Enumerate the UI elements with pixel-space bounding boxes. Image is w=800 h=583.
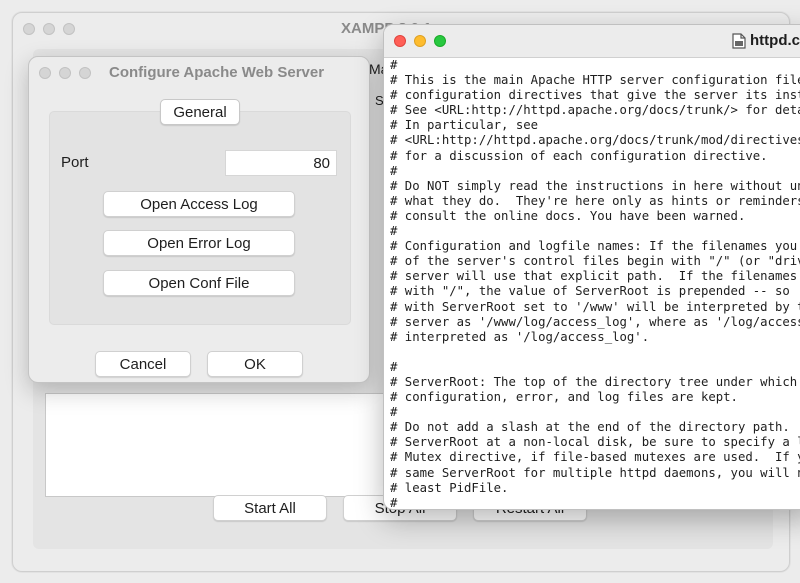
configure-apache-dialog: Configure Apache Web Server General Port…	[28, 56, 370, 383]
editor-title: httpd.conf	[750, 32, 800, 49]
text-line: # with ServerRoot set to '/www' will be …	[390, 299, 800, 314]
text-line: # Do not add a slash at the end of the d…	[390, 420, 790, 435]
text-line: #	[390, 224, 398, 239]
text-line: # server as '/www/log/access_log', where…	[390, 314, 800, 329]
xampp-service-list[interactable]	[45, 393, 387, 497]
text-line: # Mutex directive, if file-based mutexes…	[390, 450, 800, 465]
text-line: # ServerRoot: The top of the directory t…	[390, 374, 798, 389]
text-line: #	[390, 163, 398, 178]
cancel-button[interactable]: Cancel	[95, 351, 191, 377]
text-line	[390, 345, 800, 360]
text-line: # least PidFile.	[390, 480, 509, 495]
open-conf-file-button[interactable]: Open Conf File	[103, 270, 295, 296]
close-icon[interactable]	[394, 35, 406, 47]
text-line: # server will use that explicit path. If…	[390, 269, 798, 284]
text-line: # Configuration and logfile names: If th…	[390, 239, 798, 254]
text-line: # Do NOT simply read the instructions in…	[390, 178, 800, 193]
text-line: # for a discussion of each configuration…	[390, 148, 768, 163]
text-line: # <URL:http://httpd.apache.org/docs/trun…	[390, 133, 800, 148]
tab-general[interactable]: General	[160, 99, 240, 125]
zoom-icon[interactable]	[79, 67, 91, 79]
close-icon[interactable]	[23, 23, 35, 35]
text-line: # of the server's control files begin wi…	[390, 254, 800, 269]
dialog-window-controls	[39, 67, 91, 79]
text-line: # This is the main Apache HTTP server co…	[390, 73, 800, 88]
text-line: # consult the online docs. You have been…	[390, 208, 746, 223]
minimize-icon[interactable]	[59, 67, 71, 79]
start-all-button[interactable]: Start All	[213, 495, 327, 521]
dialog-title: Configure Apache Web Server	[109, 64, 325, 81]
xampp-window-controls	[23, 23, 75, 35]
text-line: # configuration directives that give the…	[390, 88, 800, 103]
zoom-icon[interactable]	[63, 23, 75, 35]
open-error-log-button[interactable]: Open Error Log	[103, 230, 295, 256]
text-line: # interpreted as '/log/access_log'.	[390, 329, 650, 344]
editor-titlebar: httpd.conf	[384, 25, 800, 58]
editor-window-controls	[394, 35, 446, 47]
ok-button[interactable]: OK	[207, 351, 303, 377]
port-label: Port	[61, 154, 89, 171]
zoom-icon[interactable]	[434, 35, 446, 47]
text-line: # See <URL:http://httpd.apache.org/docs/…	[390, 103, 800, 118]
minimize-icon[interactable]	[414, 35, 426, 47]
editor-text-area[interactable]: # # This is the main Apache HTTP server c…	[390, 58, 800, 509]
text-line: # configuration, error, and log files ar…	[390, 390, 738, 405]
text-editor-window: httpd.conf ## This is the main Apache HT…	[383, 24, 800, 510]
document-icon	[732, 33, 746, 49]
open-access-log-button[interactable]: Open Access Log	[103, 191, 295, 217]
text-line: #	[390, 495, 398, 509]
port-input[interactable]	[225, 150, 337, 176]
text-line: # ServerRoot at a non-local disk, be sur…	[390, 435, 800, 450]
text-line: #	[390, 359, 398, 374]
minimize-icon[interactable]	[43, 23, 55, 35]
text-line: #	[390, 405, 398, 420]
close-icon[interactable]	[39, 67, 51, 79]
text-line: # In particular, see	[390, 118, 539, 133]
text-line: # same ServerRoot for multiple httpd dae…	[390, 465, 800, 480]
text-line: #	[390, 58, 398, 72]
text-line: # with "/", the value of ServerRoot is p…	[390, 284, 800, 299]
text-line: # what they do. They're here only as hin…	[390, 193, 800, 208]
